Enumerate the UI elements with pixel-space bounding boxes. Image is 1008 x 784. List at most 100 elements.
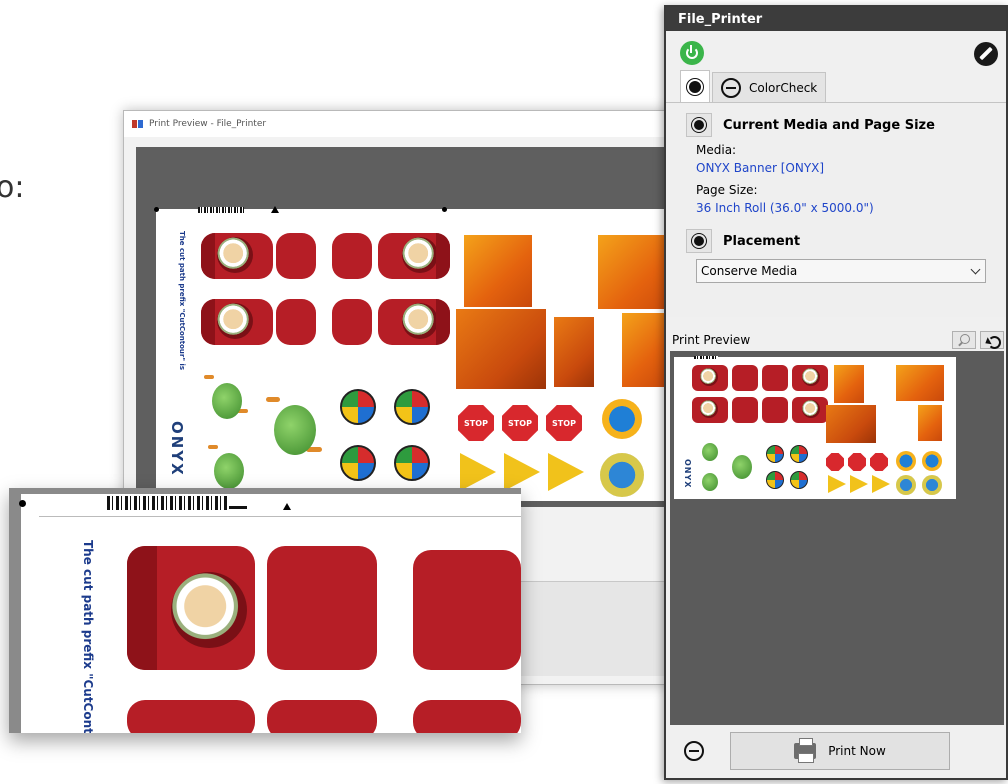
placement-settings-button[interactable] [686,229,712,253]
tab-colorcheck[interactable]: ColorCheck [712,72,827,102]
product-tea-tag [732,365,758,391]
product-orange-box [826,405,876,443]
product-tea-tag [127,546,255,670]
product-orange-box [464,235,532,307]
print-preview-titlebar: Print Preview - File_Printer [124,111,682,137]
placement-section-title: Placement [723,233,801,249]
settings-content: Current Media and Page Size Media: ONYX … [666,103,1006,317]
intro-text: o: [0,170,25,205]
thumbnail-sheet: ONYX [674,356,956,499]
product-badge [896,451,916,471]
product-badge [600,453,644,497]
product-frog [262,387,324,469]
gear-icon [694,236,704,246]
product-yield-sign [504,453,540,491]
onyx-brand-text: ONYX [683,459,692,489]
page-size-value-link[interactable]: 36 Inch Roll (36.0" x 5000.0") [696,201,988,215]
print-now-label: Print Now [828,744,886,758]
print-sheet: The cut path prefix "CutContour" is STOP… [154,206,678,501]
edit-pencil-icon[interactable] [974,42,998,66]
product-yield-sign [460,453,496,491]
file-printer-panel: File_Printer ColorCheck Current Media an… [664,5,1008,780]
panel-footer: Print Now [666,727,1006,778]
product-knob [340,389,376,425]
product-orange-box [896,365,944,401]
product-tea-tag [332,299,372,345]
product-tea-tag [127,700,255,733]
registration-mark [19,500,26,507]
registration-dash [229,506,247,509]
product-tea-tag [378,299,450,345]
product-stop-sign: STOP [546,405,582,441]
print-preview-label: Print Preview [672,333,751,347]
page-size-label: Page Size: [696,183,758,197]
print-preview-header: Print Preview [670,329,1004,351]
product-knob [394,389,430,425]
cut-path-note: The cut path prefix "CutContour" is [81,540,95,733]
product-tea-tag [276,299,316,345]
barcode [107,496,227,510]
product-badge [922,451,942,471]
tab-settings[interactable] [680,70,710,102]
registration-triangle [283,503,291,510]
product-knob [394,445,430,481]
product-tea-tag [267,700,377,733]
product-stop-sign [870,453,888,471]
product-tea-tag [201,233,273,279]
barcode [694,356,718,359]
undo-icon[interactable] [980,331,1004,349]
zoomed-detail-inset: The cut path prefix "CutContour" is [9,488,521,733]
zoomed-sheet: The cut path prefix "CutContour" is [19,494,521,733]
panel-tabs: ColorCheck [666,70,1006,103]
print-now-button[interactable]: Print Now [730,732,950,770]
registration-mark [442,207,447,212]
barcode [198,207,244,213]
product-frog [698,467,722,495]
minus-circle-icon [721,77,741,98]
product-yield-sign [548,453,584,491]
collapse-minus-circle-icon[interactable] [684,741,704,761]
media-label: Media: [696,143,737,157]
media-section-header: Current Media and Page Size [686,113,988,137]
zoom-magnify-icon[interactable] [952,331,976,349]
placement-select[interactable]: Conserve Media [696,259,986,283]
product-tea-tag [792,365,828,391]
stop-label: STOP [508,418,532,428]
product-tea-tag [762,365,788,391]
product-stop-sign [826,453,844,471]
product-knob [340,445,376,481]
print-preview-title: Print Preview - File_Printer [149,119,267,129]
product-badge [896,475,916,495]
product-tea-tag [732,397,758,423]
product-tea-tag [276,233,316,279]
registration-mark [154,207,159,212]
stop-label: STOP [552,418,576,428]
product-badge [922,475,942,495]
product-frog [202,369,250,429]
panel-title: File_Printer [666,7,1006,31]
product-frog [698,437,722,465]
product-tea-tag [692,397,728,423]
product-orange-box [918,405,942,441]
gear-icon [689,80,701,93]
product-stop-sign: STOP [502,405,538,441]
preview-canvas: The cut path prefix "CutContour" is STOP… [136,147,678,507]
product-orange-box [834,365,864,403]
product-badge [602,399,642,439]
cut-path-note: The cut path prefix "CutContour" is [178,231,186,370]
product-yield-sign [850,475,868,493]
product-tea-tag [332,233,372,279]
gear-icon [694,120,704,130]
product-knob [790,471,808,489]
sheet-edge-line [39,516,521,517]
media-settings-button[interactable] [686,113,712,137]
product-orange-box [622,313,668,387]
product-tea-tag [762,397,788,423]
product-stop-sign: STOP [458,405,494,441]
power-icon[interactable] [680,41,704,65]
product-tea-tag [692,365,728,391]
media-value-link[interactable]: ONYX Banner [ONYX] [696,161,988,175]
product-orange-box [554,317,594,387]
product-tea-tag [413,550,521,670]
product-knob [766,445,784,463]
